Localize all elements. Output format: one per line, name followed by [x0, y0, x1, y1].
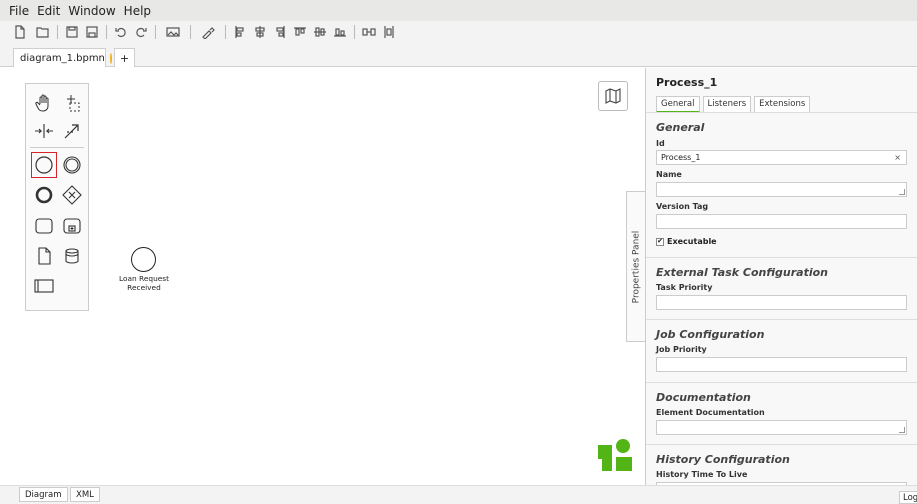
align-bottom-icon[interactable]	[332, 24, 348, 40]
undo-icon[interactable]	[113, 24, 129, 40]
menu-edit[interactable]: Edit	[37, 4, 60, 18]
element-documentation-label: Element Documentation	[656, 408, 765, 417]
id-value: Process_1	[661, 153, 701, 162]
job-priority-field[interactable]	[656, 357, 907, 372]
version-tag-label: Version Tag	[656, 202, 709, 211]
create-pool-icon[interactable]	[31, 273, 57, 299]
create-task-icon[interactable]	[31, 213, 57, 239]
job-priority-label: Job Priority	[656, 345, 707, 354]
save-icon[interactable]	[64, 24, 80, 40]
align-middle-icon[interactable]	[312, 24, 328, 40]
documentation-section: Documentation Element Documentation	[646, 382, 917, 444]
resize-handle-icon[interactable]	[899, 427, 905, 433]
tab-extensions[interactable]: Extensions	[754, 96, 811, 113]
modeler-app: File Edit Window Help diagram_1.bpmn + L…	[0, 0, 917, 504]
file-tab-label: diagram_1.bpmn	[20, 52, 105, 64]
map-icon	[605, 88, 621, 104]
history-section: History Configuration History Time To Li…	[646, 444, 917, 485]
section-heading: General	[656, 121, 705, 134]
distribute-vertical-icon[interactable]	[381, 24, 397, 40]
tab-general[interactable]: General	[656, 96, 700, 113]
space-tool-icon[interactable]	[31, 118, 57, 144]
global-connect-icon[interactable]	[59, 118, 85, 144]
lasso-tool-icon[interactable]	[59, 90, 85, 116]
create-subprocess-icon[interactable]	[59, 213, 85, 239]
external-task-section: External Task Configuration Task Priorit…	[646, 257, 917, 319]
bottom-bar: Diagram XML Log	[0, 485, 917, 504]
start-event-shape[interactable]	[131, 247, 156, 272]
menu-help[interactable]: Help	[124, 4, 151, 18]
hand-tool-icon[interactable]	[31, 90, 57, 116]
diagram-canvas[interactable]: Loan Request Received Properties Panel	[0, 68, 646, 485]
name-field[interactable]	[656, 182, 907, 197]
menu-file[interactable]: File	[9, 4, 29, 18]
toolbar-divider	[155, 25, 156, 39]
toolbar-divider	[354, 25, 355, 39]
version-tag-field[interactable]	[656, 214, 907, 229]
task-priority-label: Task Priority	[656, 283, 713, 292]
properties-panel-toggle[interactable]: Properties Panel	[626, 191, 646, 342]
executable-checkbox[interactable]: ✔ Executable	[656, 237, 717, 246]
new-file-icon[interactable]	[9, 24, 31, 40]
create-start-event-icon[interactable]	[31, 152, 57, 178]
file-tab[interactable]: diagram_1.bpmn	[13, 48, 112, 67]
executable-label: Executable	[667, 237, 717, 246]
align-left-icon[interactable]	[232, 24, 248, 40]
create-data-store-icon[interactable]	[59, 243, 85, 269]
clear-id-icon[interactable]: ×	[894, 153, 901, 162]
palette-divider	[30, 147, 84, 148]
toolbar	[0, 21, 917, 43]
section-heading: External Task Configuration	[656, 266, 829, 279]
create-gateway-icon[interactable]	[59, 182, 85, 208]
properties-panel-toggle-label: Properties Panel	[631, 230, 642, 303]
name-label: Name	[656, 170, 682, 179]
color-picker-icon[interactable]	[197, 24, 219, 40]
create-end-event-icon[interactable]	[31, 182, 57, 208]
id-field[interactable]: Process_1 ×	[656, 150, 907, 165]
section-heading: Job Configuration	[656, 328, 765, 341]
minimap-toggle-button[interactable]	[598, 81, 628, 111]
align-right-icon[interactable]	[272, 24, 288, 40]
camunda-logo-icon	[598, 439, 632, 471]
history-ttl-label: History Time To Live	[656, 470, 748, 479]
toolbar-divider	[106, 25, 107, 39]
align-top-icon[interactable]	[292, 24, 308, 40]
tab-xml[interactable]: XML	[70, 487, 100, 502]
save-as-icon[interactable]	[84, 24, 100, 40]
start-event-label[interactable]: Loan Request Received	[108, 274, 180, 292]
unsaved-indicator-icon	[109, 52, 112, 64]
file-tab-bar: diagram_1.bpmn +	[0, 43, 917, 67]
export-image-icon[interactable]	[162, 24, 184, 40]
task-priority-field[interactable]	[656, 295, 907, 310]
add-tab-button[interactable]: +	[114, 48, 135, 67]
section-heading: History Configuration	[656, 453, 790, 466]
create-data-object-icon[interactable]	[31, 243, 57, 269]
create-intermediate-event-icon[interactable]	[59, 152, 85, 178]
open-folder-icon[interactable]	[35, 24, 51, 40]
tab-listeners[interactable]: Listeners	[702, 96, 752, 113]
resize-handle-icon[interactable]	[899, 189, 905, 195]
checkmark-icon: ✔	[656, 237, 664, 246]
job-config-section: Job Configuration Job Priority	[646, 319, 917, 382]
properties-panel: Process_1 General Listeners Extensions G…	[645, 68, 917, 485]
toolbar-divider	[57, 25, 58, 39]
toolbar-divider	[190, 25, 191, 39]
log-button[interactable]: Log	[899, 491, 917, 504]
tab-diagram[interactable]: Diagram	[19, 487, 68, 502]
menu-bar: File Edit Window Help	[0, 0, 917, 21]
toolbar-divider	[225, 25, 226, 39]
general-section: General Id Process_1 × Name Version Tag …	[646, 112, 917, 257]
distribute-horizontal-icon[interactable]	[361, 24, 377, 40]
redo-icon[interactable]	[133, 24, 149, 40]
align-center-icon[interactable]	[252, 24, 268, 40]
properties-tabs: General Listeners Extensions	[656, 96, 813, 113]
tool-palette	[25, 83, 89, 311]
element-documentation-field[interactable]	[656, 420, 907, 435]
menu-window[interactable]: Window	[68, 4, 115, 18]
id-label: Id	[656, 139, 665, 148]
element-title: Process_1	[656, 76, 718, 89]
section-heading: Documentation	[656, 391, 751, 404]
